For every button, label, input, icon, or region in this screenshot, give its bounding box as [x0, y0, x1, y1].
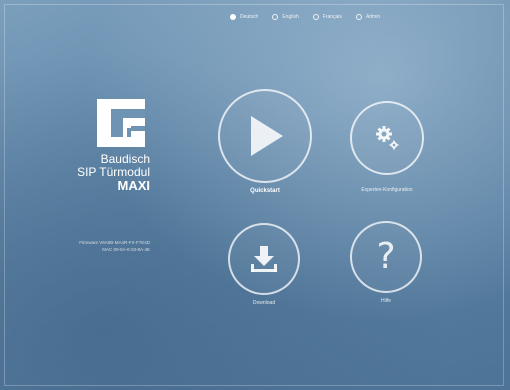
lang-label: Admin [365, 14, 381, 20]
expert-config-button[interactable]: Experten-Konfiguration [350, 101, 424, 194]
radio-selected-icon [230, 14, 236, 20]
brand-line-3: MAXI [117, 178, 151, 193]
baudisch-logo [97, 99, 145, 147]
help-circle: ? [350, 221, 422, 293]
question-icon: ? [376, 236, 396, 277]
quickstart-button[interactable]: Quickstart [218, 89, 312, 195]
expert-config-circle [350, 101, 424, 175]
quickstart-circle [218, 89, 312, 183]
help-button[interactable]: ? Hilfe [350, 221, 422, 305]
lang-option-admin[interactable]: Admin [355, 14, 381, 20]
lang-label: English [282, 14, 299, 20]
radio-icon [355, 14, 362, 20]
lang-label: Deutsch [240, 14, 259, 20]
expert-config-label: Experten-Konfiguration [361, 187, 413, 193]
quickstart-label: Quickstart [250, 188, 280, 194]
mac-address: MAC 00-0A-0-33-8A-4E [102, 247, 150, 252]
lang-option-francais[interactable]: Français [312, 14, 342, 20]
download-icon [251, 246, 277, 272]
lang-option-english[interactable]: English [272, 14, 299, 20]
download-label: Download [252, 300, 276, 306]
gears-icon [376, 126, 399, 150]
radio-icon [272, 14, 279, 20]
download-circle [228, 223, 300, 295]
download-button[interactable]: Download [228, 223, 300, 307]
product-name: Baudisch SIP Türmodul MAXI [40, 153, 151, 193]
play-icon [251, 116, 283, 156]
radio-icon [312, 14, 319, 20]
firmware-version: Firmware V6A0B-MA4R-FX-F7E4D [79, 240, 150, 245]
help-label: Hilfe [380, 298, 391, 304]
screen-frame [4, 4, 504, 386]
lang-label: Français [322, 14, 342, 20]
language-selector: Deutsch English Français Admin [230, 14, 380, 20]
lang-option-deutsch[interactable]: Deutsch [230, 14, 258, 20]
firmware-info: Firmware V6A0B-MA4R-FX-F7E4D MAC 00-0A-0… [20, 239, 150, 253]
